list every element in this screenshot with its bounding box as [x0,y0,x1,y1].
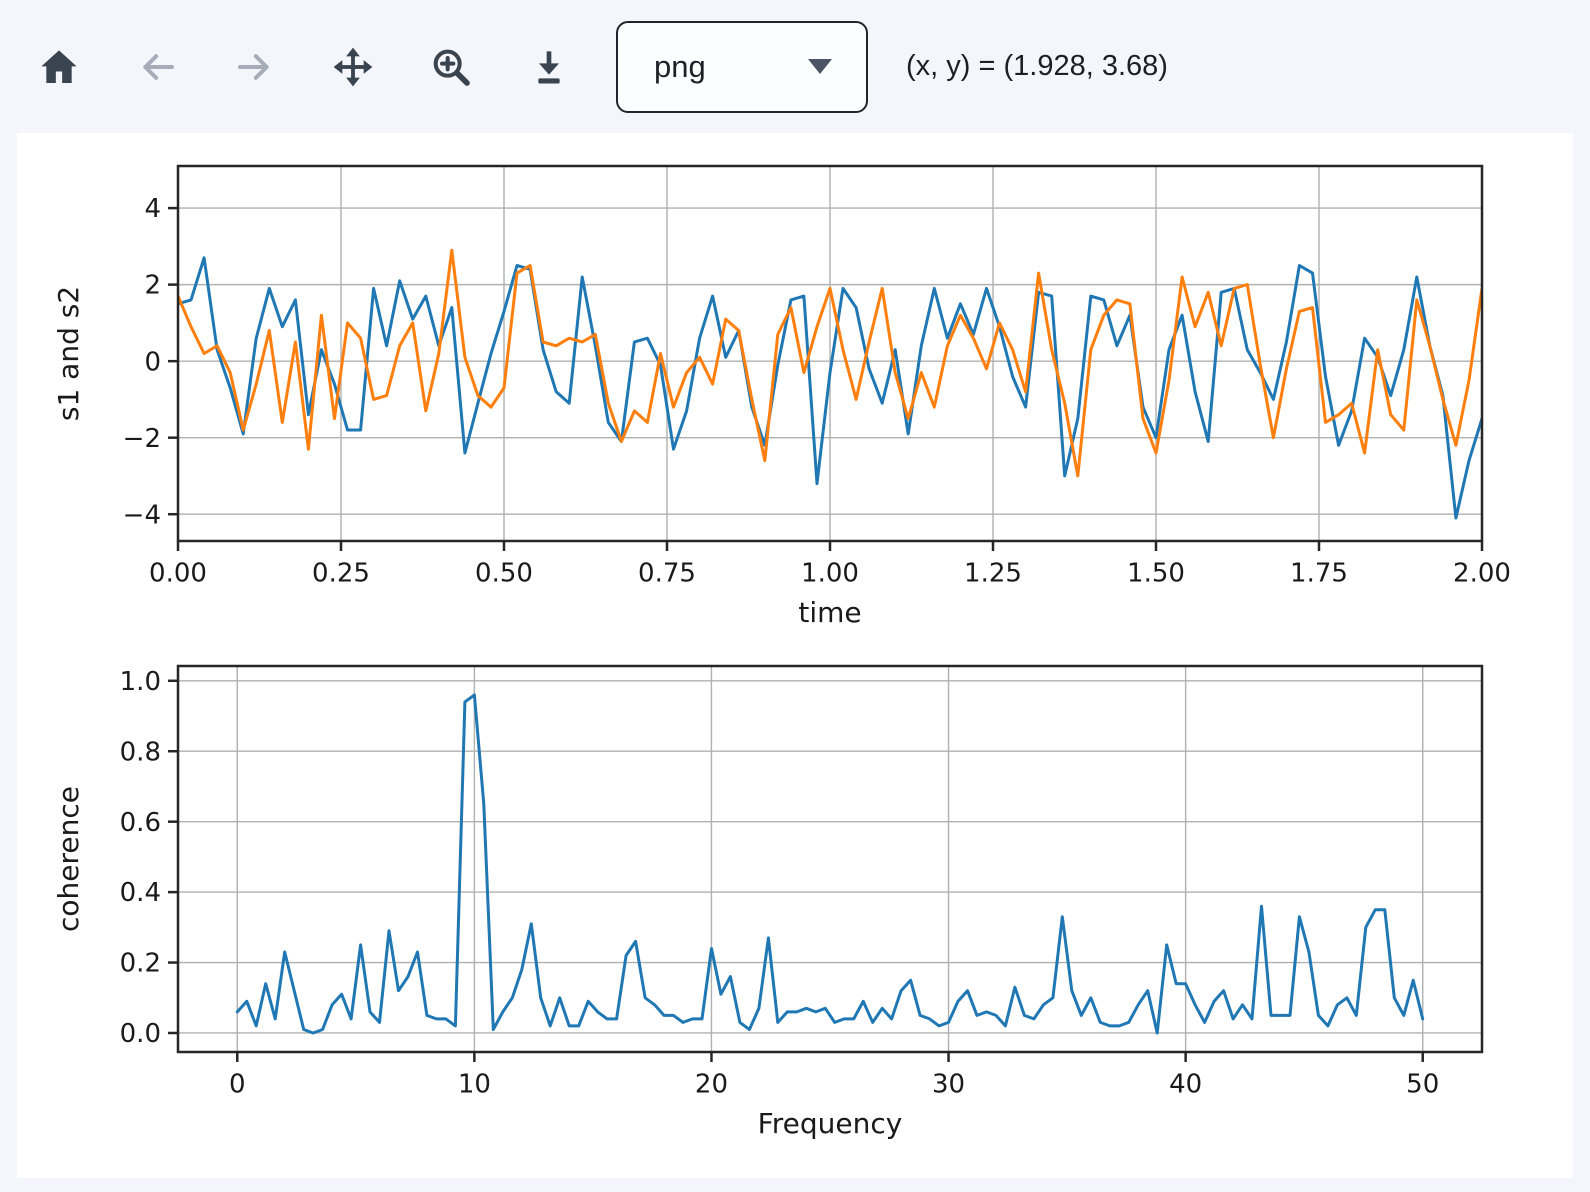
format-select-value: png [654,49,706,85]
figure: 0.000.250.500.751.001.251.501.752.00−4−2… [17,133,1573,1178]
y-tick-label: 1.0 [120,667,161,697]
subplot-signals: 0.00 0.25 0.50 0.75 1.00 1.25 1.50 1.75 2.00 −4 −2… [52,166,1511,629]
x-axis-label: Frequency [758,1107,903,1140]
x-tick-label: 10 [458,1069,491,1099]
x-tick-label: 40 [1169,1069,1202,1099]
y-tick-label: 0.4 [120,878,161,908]
y-tick-label: 0.2 [120,949,161,979]
forward-button[interactable] [234,46,276,88]
download-button[interactable] [528,46,570,88]
y-tick-label: 2 [144,271,161,301]
x-tick-label: 1.25 [964,558,1022,588]
x-tick-label: 0.00 [149,558,207,588]
chevron-down-icon [808,59,832,74]
x-tick-label: 1.50 [1127,558,1185,588]
arrow-right-icon [235,47,275,87]
y-tick-label: 4 [144,194,161,224]
x-tick-label: 0.75 [638,558,696,588]
y-tick-label: 0.8 [120,737,161,767]
back-button[interactable] [136,46,178,88]
cursor-position-readout: (x, y) = (1.928, 3.68) [906,50,1168,83]
x-tick-label: 0.50 [475,558,533,588]
matplotlib-toolbar: png (x, y) = (1.928, 3.68) [0,0,1590,133]
x-tick-label: 0 [229,1069,246,1099]
x-tick-label: 20 [695,1069,728,1099]
y-tick-label: 0.6 [120,808,161,838]
series-group [237,695,1422,1033]
x-tick-label: 2.00 [1453,558,1511,588]
y-axis-label: coherence [52,786,85,932]
home-icon [39,47,79,87]
app-window: { "toolbar": { "buttons": [ {"id": "home… [0,0,1590,1192]
magnifier-plus-icon [431,47,471,87]
x-tick-label: 50 [1406,1069,1439,1099]
move-arrows-icon [333,47,373,87]
pan-button[interactable] [332,46,374,88]
x-tick-label: 1.00 [801,558,859,588]
x-tick-label: 1.75 [1290,558,1348,588]
subplot-coherence: 0 10 20 30 40 50 0.0 0.2 0.4 0.6 0.8 1.0 Frequency co… [52,666,1482,1140]
x-tick-label: 30 [932,1069,965,1099]
download-icon [529,47,569,87]
x-axis-label: time [798,596,861,629]
x-tick-label: 0.25 [312,558,370,588]
y-tick-label: −2 [123,424,161,454]
axes-spines [178,666,1482,1052]
y-axis-label: s1 and s2 [52,286,85,421]
line-coherence [237,695,1422,1033]
y-tick-label: 0.0 [120,1019,161,1049]
y-tick-label: 0 [144,347,161,377]
y-tick-label: −4 [123,500,161,530]
home-button[interactable] [38,46,80,88]
matplotlib-canvas[interactable]: 0.000.250.500.751.001.251.501.752.00−4−2… [17,133,1573,1178]
zoom-button[interactable] [430,46,472,88]
format-select[interactable]: png [616,21,868,113]
arrow-left-icon [137,47,177,87]
